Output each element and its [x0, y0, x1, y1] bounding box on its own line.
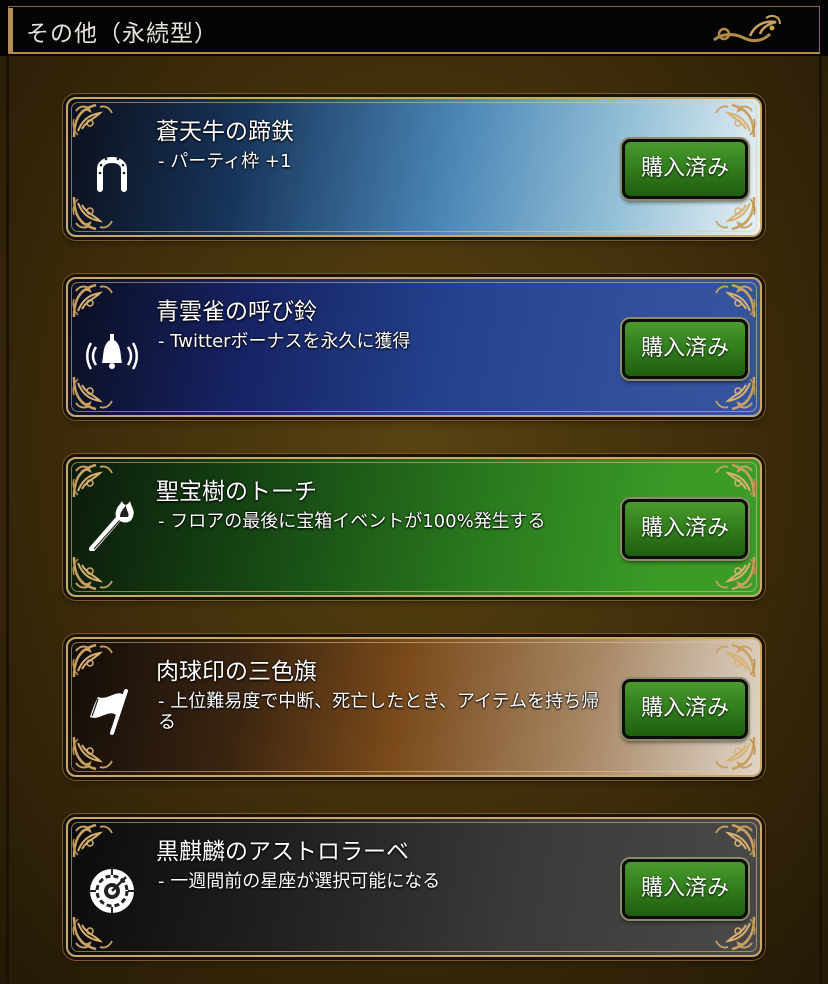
section-title: その他（永続型） — [26, 21, 218, 47]
item-description: - 一週間前の星座が選択可能になる — [158, 871, 441, 892]
item-description: - Twitterボーナスを永久に獲得 — [158, 331, 411, 352]
corner-ornament-icon — [714, 915, 757, 951]
section-header: その他（永続型） — [0, 0, 828, 56]
frame-left — [6, 56, 9, 984]
corner-ornament-icon — [71, 375, 114, 411]
corner-ornament-icon — [71, 643, 114, 679]
torch-icon — [89, 501, 134, 551]
horseshoe-icon — [97, 157, 127, 192]
corner-ornament-icon — [714, 643, 757, 679]
item-description: - パーティ枠 +1 — [158, 151, 292, 172]
corner-ornament-icon — [71, 195, 114, 231]
bell-icon — [86, 334, 138, 370]
flag-icon — [90, 689, 128, 735]
corner-ornament-icon — [71, 103, 114, 139]
corner-ornament-icon — [714, 103, 757, 139]
corner-ornament-icon — [71, 915, 114, 951]
corner-ornament-icon — [714, 735, 757, 771]
item-title: 聖宝樹のトーチ — [156, 479, 317, 505]
purchased-button[interactable]: 購入済み — [622, 139, 748, 199]
item-title: 肉球印の三色旗 — [156, 659, 317, 685]
corner-ornament-icon — [71, 283, 114, 319]
corner-ornament-icon — [71, 555, 114, 591]
astrolabe-icon — [90, 869, 134, 913]
corner-ornament-icon — [714, 195, 757, 231]
corner-ornament-icon — [71, 823, 114, 859]
frame-right — [819, 56, 822, 984]
purchased-button[interactable]: 購入済み — [622, 859, 748, 919]
shop-item-card: 黒麒麟のアストロラーベ - 一週間前の星座が選択可能になる 購入済み — [66, 817, 762, 957]
purchased-button[interactable]: 購入済み — [622, 319, 748, 379]
header-accent — [8, 8, 13, 52]
item-title: 蒼天牛の蹄鉄 — [156, 119, 294, 145]
corner-ornament-icon — [71, 735, 114, 771]
item-title: 黒麒麟のアストロラーベ — [156, 839, 409, 865]
shop-item-card: 蒼天牛の蹄鉄 - パーティ枠 +1 購入済み — [66, 97, 762, 237]
corner-ornament-icon — [714, 283, 757, 319]
ornament-icon — [713, 15, 781, 43]
corner-ornament-icon — [714, 555, 757, 591]
shop-item-card: 聖宝樹のトーチ - フロアの最後に宝箱イベントが100%発生する 購入済み — [66, 457, 762, 597]
item-description: - 上位難易度で中断、死亡したとき、アイテムを持ち帰る — [158, 691, 600, 733]
corner-ornament-icon — [71, 463, 114, 499]
corner-ornament-icon — [714, 823, 757, 859]
corner-ornament-icon — [714, 463, 757, 499]
item-title: 青雲雀の呼び鈴 — [156, 299, 317, 325]
item-description: - フロアの最後に宝箱イベントが100%発生する — [158, 511, 546, 532]
shop-item-card: 青雲雀の呼び鈴 - Twitterボーナスを永久に獲得 購入済み — [66, 277, 762, 417]
shop-item-card: 肉球印の三色旗 - 上位難易度で中断、死亡したとき、アイテムを持ち帰る 購入済み — [66, 637, 762, 777]
corner-ornament-icon — [714, 375, 757, 411]
purchased-button[interactable]: 購入済み — [622, 679, 748, 739]
purchased-button[interactable]: 購入済み — [622, 499, 748, 559]
